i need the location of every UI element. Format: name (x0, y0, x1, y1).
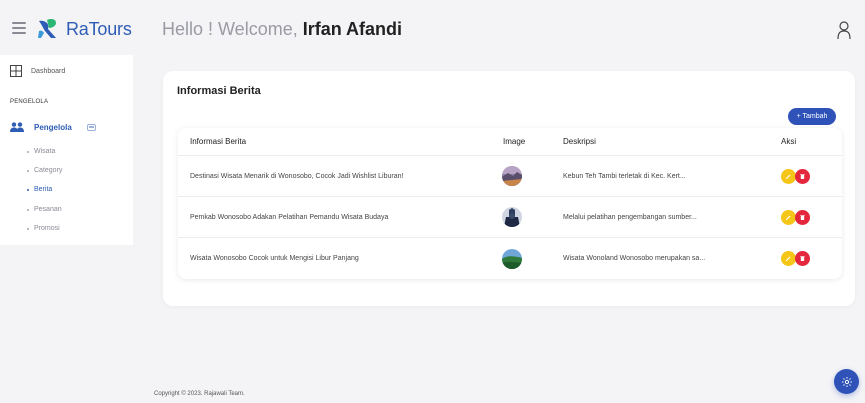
news-title-cell: Pemkab Wonosobo Adakan Pelatihan Pemandu… (190, 213, 389, 221)
news-title-cell: Destinasi Wisata Menarik di Wonosobo, Co… (190, 172, 404, 180)
sidebar-item-category[interactable]: Category (27, 167, 62, 174)
delete-button[interactable] (795, 168, 810, 184)
top-bar: RaTours Hello ! Welcome, Irfan Afandi (0, 0, 865, 62)
bullet-icon (27, 208, 29, 211)
users-icon (10, 122, 24, 132)
description-cell: Wisata Wonoland Wonosobo merupakan sa... (563, 255, 706, 262)
description-cell: Melalui pelatihan pengembangan sumber... (563, 213, 697, 221)
image-cell (502, 197, 522, 237)
people-thumbnail (502, 207, 522, 227)
gear-icon (841, 376, 852, 387)
pencil-icon (786, 215, 791, 220)
sidebar-item-label: Berita (34, 186, 53, 193)
sidebar-item-berita[interactable]: Berita (27, 186, 52, 193)
news-table: Informasi Berita Image Deskripsi Aksi De… (178, 128, 842, 279)
pencil-icon (786, 256, 791, 261)
dashboard-icon (10, 65, 22, 77)
edit-button[interactable] (781, 251, 796, 266)
trash-icon (800, 256, 805, 261)
hamburger-icon[interactable] (12, 22, 26, 34)
sidebar-item-wisata[interactable]: Wisata (27, 148, 55, 155)
sidebar-item-dashboard[interactable]: Dashboard (10, 65, 65, 77)
image-cell (502, 156, 522, 196)
app-name[interactable]: RaTours (66, 19, 132, 40)
bullet-icon (27, 150, 29, 153)
table-row: Pemkab Wonosobo Adakan Pelatihan Pemandu… (178, 197, 842, 238)
sidebar-group-pengelola[interactable]: Pengelola (10, 120, 120, 134)
actions-cell (781, 238, 810, 279)
edit-button[interactable] (781, 168, 796, 184)
greeting-prefix: Hello ! Welcome, (162, 19, 303, 39)
user-icon[interactable] (835, 20, 853, 40)
sidebar: Dashboard PENGELOLA Pengelola Wisata Cat… (0, 55, 133, 245)
column-header-deskripsi: Deskripsi (563, 137, 596, 146)
landscape-thumbnail (502, 166, 522, 186)
user-name: Irfan Afandi (302, 19, 403, 39)
settings-button[interactable] (834, 369, 859, 394)
bullet-icon (27, 169, 29, 172)
description-cell: Kebun Teh Tambi terletak di Kec. Kert... (563, 172, 686, 180)
delete-button[interactable] (795, 251, 810, 266)
logo-icon (38, 19, 56, 38)
page-title: Informasi Berita (177, 85, 261, 97)
column-header-aksi: Aksi (781, 137, 797, 146)
trash-icon (800, 173, 805, 179)
trash-icon (800, 214, 805, 220)
welcome-greeting: Hello ! Welcome, Irfan Afandi (162, 19, 402, 40)
sidebar-item-promosi[interactable]: Promosi (27, 225, 60, 232)
nature-thumbnail (502, 248, 522, 269)
news-title-cell: Wisata Wonosobo Cocok untuk Mengisi Libu… (190, 255, 359, 262)
image-cell (502, 238, 522, 279)
sidebar-group-label: Pengelola (34, 122, 72, 132)
table-row: Wisata Wonosobo Cocok untuk Mengisi Libu… (178, 238, 842, 279)
sidebar-item-label: Category (34, 167, 63, 174)
menu-toggle-icon[interactable] (86, 123, 96, 131)
table-row: Destinasi Wisata Menarik di Wonosobo, Co… (178, 156, 842, 197)
sidebar-section-heading: PENGELOLA (10, 99, 49, 105)
table-header: Informasi Berita Image Deskripsi Aksi (178, 128, 842, 156)
edit-button[interactable] (781, 209, 796, 225)
pencil-icon (786, 174, 791, 179)
sidebar-item-pesanan[interactable]: Pesanan (27, 206, 62, 213)
actions-cell (781, 156, 810, 196)
actions-cell (781, 197, 810, 237)
copyright-text: Copyright © 2023. Rajawali Team. (154, 391, 245, 397)
add-news-button[interactable]: + Tambah (788, 108, 836, 125)
column-header-image: Image (503, 137, 526, 146)
bullet-icon (27, 188, 29, 191)
sidebar-item-label: Dashboard (31, 67, 66, 75)
bullet-icon (27, 227, 29, 230)
sidebar-item-label: Wisata (34, 148, 56, 155)
news-card: Informasi Berita + Tambah Informasi Beri… (163, 71, 855, 306)
delete-button[interactable] (795, 209, 810, 225)
column-header-info: Informasi Berita (190, 137, 247, 146)
sidebar-item-label: Pesanan (34, 206, 62, 213)
sidebar-item-label: Promosi (34, 225, 60, 232)
